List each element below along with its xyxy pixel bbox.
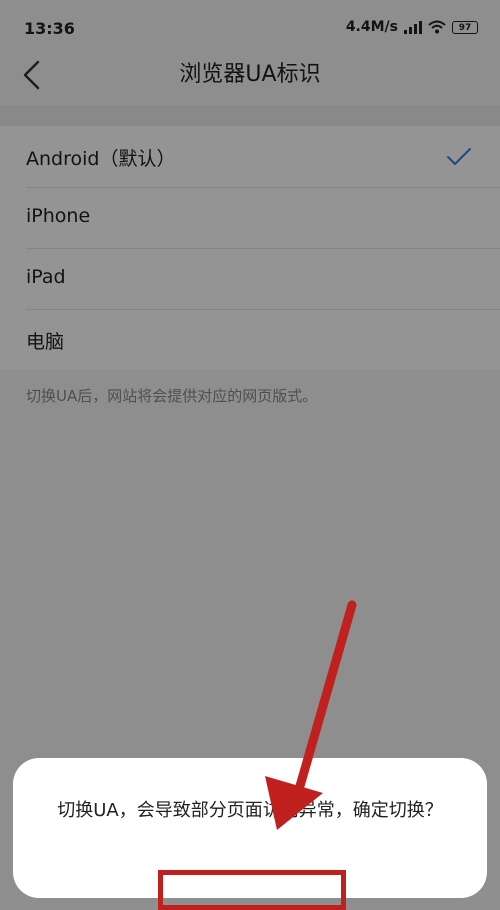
confirm-button-highlight	[158, 870, 346, 910]
dialog-message: 切换UA，会导致部分页面访问异常，确定切换？	[57, 800, 443, 821]
dim-overlay[interactable]	[0, 0, 500, 888]
